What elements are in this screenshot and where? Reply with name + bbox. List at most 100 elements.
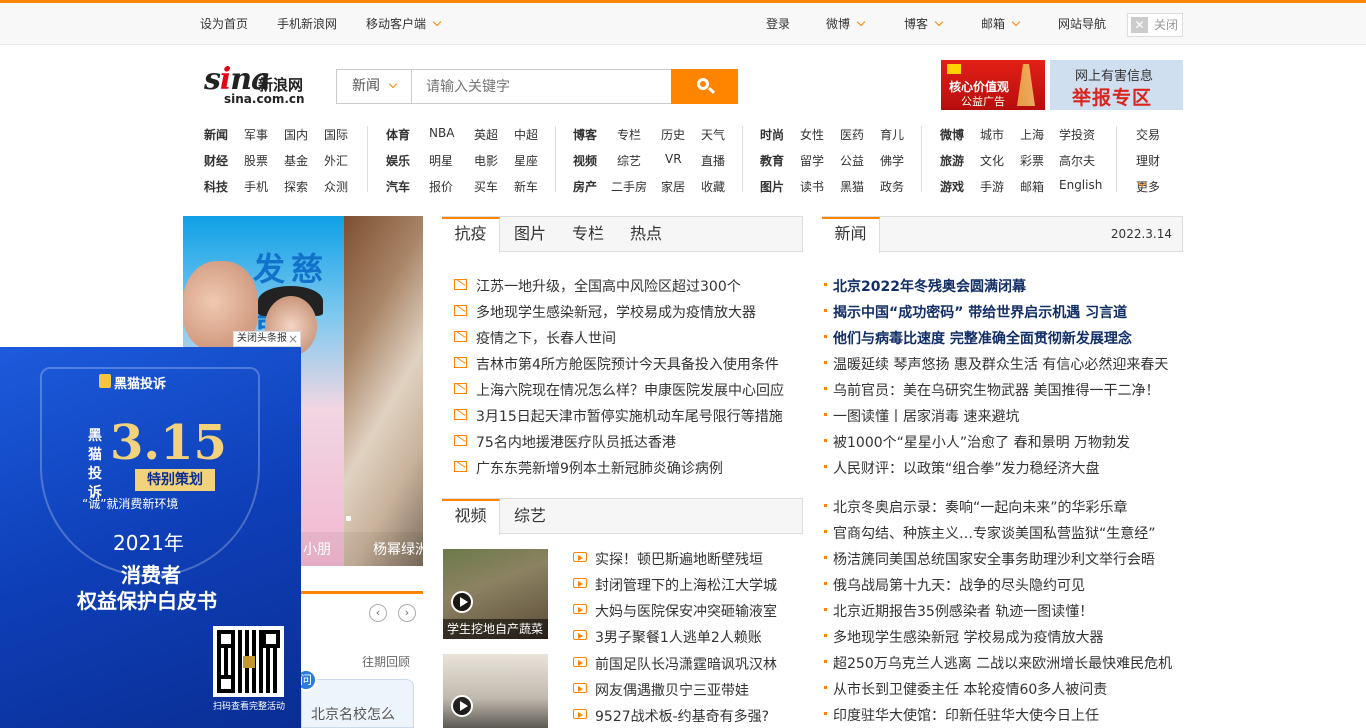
nav-link[interactable]: 邮箱 [1020,178,1044,195]
nav-link[interactable]: 理财 [1136,152,1160,169]
mobile-client-menu[interactable]: 移动客户端 [366,15,442,32]
site-nav-link[interactable]: 网站导航 [1058,15,1106,32]
list-item[interactable]: 从市长到卫健委主任 本轮疫情60多人被问责 [824,679,1107,699]
nav-link[interactable]: 博客 [573,126,597,143]
nav-link[interactable]: 文化 [980,152,1004,169]
nav-link[interactable]: 军事 [244,126,268,143]
tab-variety[interactable]: 综艺 [501,499,559,534]
search-button[interactable] [671,69,738,104]
blog-menu[interactable]: 博客 [904,15,944,32]
nav-link[interactable]: VR [665,152,682,166]
nav-link[interactable]: 历史 [661,126,685,143]
list-item[interactable]: 前国足队长冯潇霆暗讽巩汉林 [573,654,777,674]
nav-link[interactable]: 股票 [244,152,268,169]
headline-item[interactable]: 揭示中国“成功密码” 带给世界启示机遇 习言道 [824,302,1127,322]
nav-link[interactable]: 科技 [204,178,228,195]
list-item[interactable]: 实探！顿巴斯遍地断壁残垣 [573,549,763,569]
report-zone-ad[interactable]: 网上有害信息 举报专区 [1050,60,1183,110]
list-item[interactable]: 封闭管理下的上海松江大学城 [573,575,777,595]
nav-link[interactable]: 电影 [474,152,498,169]
login-link[interactable]: 登录 [766,15,790,32]
tab-news[interactable]: 新闻 [822,217,880,253]
nav-link[interactable]: 学投资 [1059,126,1095,143]
nav-link[interactable]: 医药 [840,126,864,143]
tab-video[interactable]: 视频 [442,499,500,535]
sina-logo[interactable]: sina 新浪网 sina.com.cn [204,60,314,110]
nav-link[interactable]: 高尔夫 [1059,152,1095,169]
nav-link[interactable]: 报价 [429,178,453,195]
slide-caption[interactable]: 杨幂绿洲 [373,539,423,559]
tab-columns[interactable]: 专栏 [559,217,617,252]
list-item[interactable]: 江苏一地升级，全国高中风险区超过300个 [454,276,741,296]
nav-link[interactable]: 财经 [204,152,228,169]
list-item[interactable]: 大妈与医院保安冲突砸输液室 [573,601,777,621]
nav-link[interactable]: 手机 [244,178,268,195]
list-item[interactable]: 人民财评：以政策“组合拳”发力稳经济大盘 [824,458,1100,478]
list-item[interactable]: 杨洁篪同美国总统国家安全事务助理沙利文举行会晤 [824,549,1155,569]
nav-link[interactable]: 家居 [661,178,685,195]
nav-link[interactable]: 上海 [1020,126,1044,143]
nav-link[interactable]: English [1059,178,1102,192]
nav-link[interactable]: 旅游 [940,152,964,169]
nav-link[interactable]: 体育 [386,126,410,143]
list-item[interactable]: 吉林市第4所方舱医院预计今天具备投入使用条件 [454,354,779,374]
nav-link[interactable]: 微博 [940,126,964,143]
nav-link[interactable]: 公益 [840,152,864,169]
list-item[interactable]: 北京冬奥启示录：奏响“一起向未来”的华彩乐章 [824,497,1128,517]
nav-link[interactable]: 买车 [474,178,498,195]
nav-link[interactable]: 二手房 [611,178,647,195]
nav-link[interactable]: 国内 [284,126,308,143]
set-homepage-link[interactable]: 设为首页 [200,15,248,32]
video-thumbnail[interactable] [443,654,548,728]
nav-link[interactable]: 交易 [1136,126,1160,143]
nav-link[interactable]: 佛学 [880,152,904,169]
prev-button[interactable]: ‹ [369,604,387,622]
nav-link[interactable]: 星座 [514,152,538,169]
public-service-ad[interactable]: 核心价值观 公益广告 [941,60,1045,110]
list-item[interactable]: 多地现学生感染新冠，学校易成为疫情放大器 [454,302,756,322]
nav-link[interactable]: 娱乐 [386,152,410,169]
slide-caption[interactable]: 小朋 [303,539,331,559]
tab-anti-epidemic[interactable]: 抗疫 [442,217,500,253]
list-item[interactable]: 上海六院现在情况怎么样？申康医院发展中心回应 [454,380,784,400]
nav-link[interactable]: 直播 [701,152,725,169]
nav-link[interactable]: 中超 [514,126,538,143]
search-category-select[interactable]: 新闻 [337,70,412,103]
nav-link[interactable]: 外汇 [324,152,348,169]
nav-link[interactable]: 手游 [980,178,1004,195]
video-thumbnail[interactable]: 学生挖地自产蔬菜 [443,549,548,639]
close-button[interactable]: ✕ 关闭 [1127,13,1183,37]
nav-link[interactable]: 众测 [324,178,348,195]
list-item[interactable]: 北京近期报告35例感染者 轨迹一图读懂！ [824,601,1093,621]
nav-link[interactable]: 城市 [980,126,1004,143]
nav-link[interactable]: 英超 [474,126,498,143]
list-item[interactable]: 乌前官员：美在乌研究生物武器 美国推得一干二净！ [824,380,1159,400]
nav-link[interactable]: 读书 [800,178,824,195]
list-item[interactable]: 3男子聚餐1人逃单2人赖账 [573,627,762,647]
list-item[interactable]: 疫情之下，长春人世间 [454,328,616,348]
list-item[interactable]: 3月15日起天津市暂停实施机动车尾号限行等措施 [454,406,783,426]
nav-link[interactable]: 黑猫 [840,178,864,195]
search-input[interactable] [413,70,671,103]
more-menu[interactable]: 更多 [1136,178,1160,194]
list-item[interactable]: 广东东莞新增9例本土新冠肺炎确诊病例 [454,458,723,478]
qa-card[interactable]: 北京名校怎么 [301,679,414,728]
close-headline-ad-button[interactable]: 关闭头条报 × [233,331,301,347]
nav-link[interactable]: 国际 [324,126,348,143]
nav-link[interactable]: 收藏 [701,178,725,195]
nav-link[interactable]: 图片 [760,178,784,195]
list-item[interactable]: 被1000个“星星小人”治愈了 春和景明 万物勃发 [824,432,1130,452]
list-item[interactable]: 温暖延续 琴声悠扬 惠及群众生活 有信心必然迎来春天 [824,354,1168,374]
next-button[interactable]: › [398,604,416,622]
nav-link[interactable]: 新车 [514,178,538,195]
mail-menu[interactable]: 邮箱 [981,15,1021,32]
nav-link[interactable]: 游戏 [940,178,964,195]
nav-link[interactable]: 育儿 [880,126,904,143]
headline-item[interactable]: 他们与病毒比速度 完整准确全面贯彻新发展理念 [824,328,1132,348]
nav-link[interactable]: 专栏 [617,126,641,143]
list-item[interactable]: 9527战术板-约基奇有多强? [573,706,769,726]
list-item[interactable]: 网友偶遇撒贝宁三亚带娃 [573,680,749,700]
nav-link[interactable]: NBA [429,126,454,140]
list-item[interactable]: 超250万乌克兰人逃离 二战以来欧洲增长最快难民危机 [824,653,1172,673]
mobile-sina-link[interactable]: 手机新浪网 [277,15,337,32]
